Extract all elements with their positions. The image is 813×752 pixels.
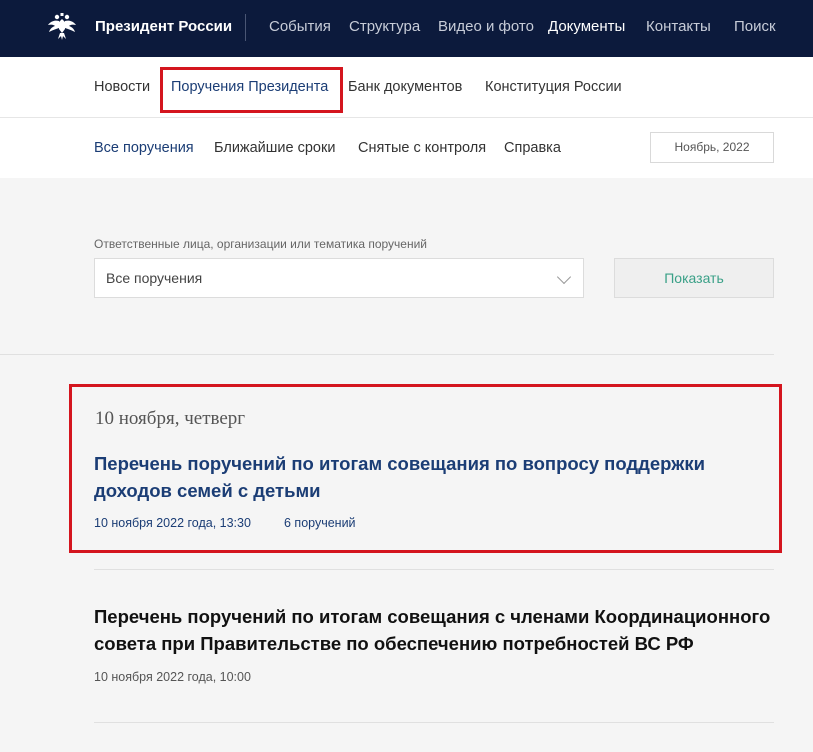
divider — [0, 354, 774, 355]
highlight-box-first-item — [69, 384, 782, 553]
subnav-constitution[interactable]: Конституция России — [485, 79, 622, 95]
nav-structure[interactable]: Структура — [349, 18, 420, 35]
chevron-down-icon — [556, 269, 572, 285]
list-separator — [94, 569, 774, 570]
instruction-title-link[interactable]: Перечень поручений по итогам совещания с… — [94, 603, 774, 657]
tab-upcoming-deadlines[interactable]: Ближайшие сроки — [214, 140, 335, 156]
highlight-box-subnav — [160, 67, 343, 113]
tab-help[interactable]: Справка — [504, 140, 561, 156]
section-subnav: Новости Поручения Президента Банк докуме… — [0, 57, 813, 118]
tab-all-instructions[interactable]: Все поручения — [94, 140, 194, 156]
instructions-tabs: Все поручения Ближайшие сроки Снятые с к… — [0, 118, 813, 178]
top-header: Президент России События Структура Видео… — [0, 0, 813, 57]
nav-documents[interactable]: Документы — [548, 18, 625, 35]
nav-events[interactable]: События — [269, 18, 331, 35]
site-title[interactable]: Президент России — [95, 18, 232, 35]
select-value: Все поручения — [106, 270, 203, 286]
list-separator — [94, 722, 774, 723]
header-divider — [245, 14, 246, 41]
instruction-datetime: 10 ноября 2022 года, 10:00 — [94, 670, 251, 684]
subnav-news[interactable]: Новости — [94, 79, 150, 95]
nav-video-photo[interactable]: Видео и фото — [438, 18, 534, 35]
month-selector-button[interactable]: Ноябрь, 2022 — [650, 132, 774, 163]
show-button[interactable]: Показать — [614, 258, 774, 298]
subnav-documents-bank[interactable]: Банк документов — [348, 79, 462, 95]
double-headed-eagle-icon[interactable] — [46, 12, 78, 42]
filter-label: Ответственные лица, организации или тема… — [94, 237, 428, 251]
nav-contacts[interactable]: Контакты — [646, 18, 711, 35]
nav-search[interactable]: Поиск — [734, 18, 776, 35]
responsible-select[interactable]: Все поручения — [94, 258, 584, 298]
tab-removed-from-control[interactable]: Снятые с контроля — [358, 140, 486, 156]
